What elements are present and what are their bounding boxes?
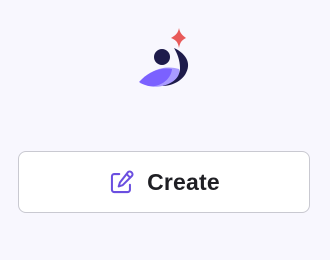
brand-logo xyxy=(138,28,194,92)
create-button-label: Create xyxy=(147,168,220,195)
edit-icon xyxy=(108,169,135,196)
person-head-icon xyxy=(154,49,170,65)
sparkle-icon xyxy=(171,28,186,48)
create-button[interactable]: Create xyxy=(18,151,310,213)
